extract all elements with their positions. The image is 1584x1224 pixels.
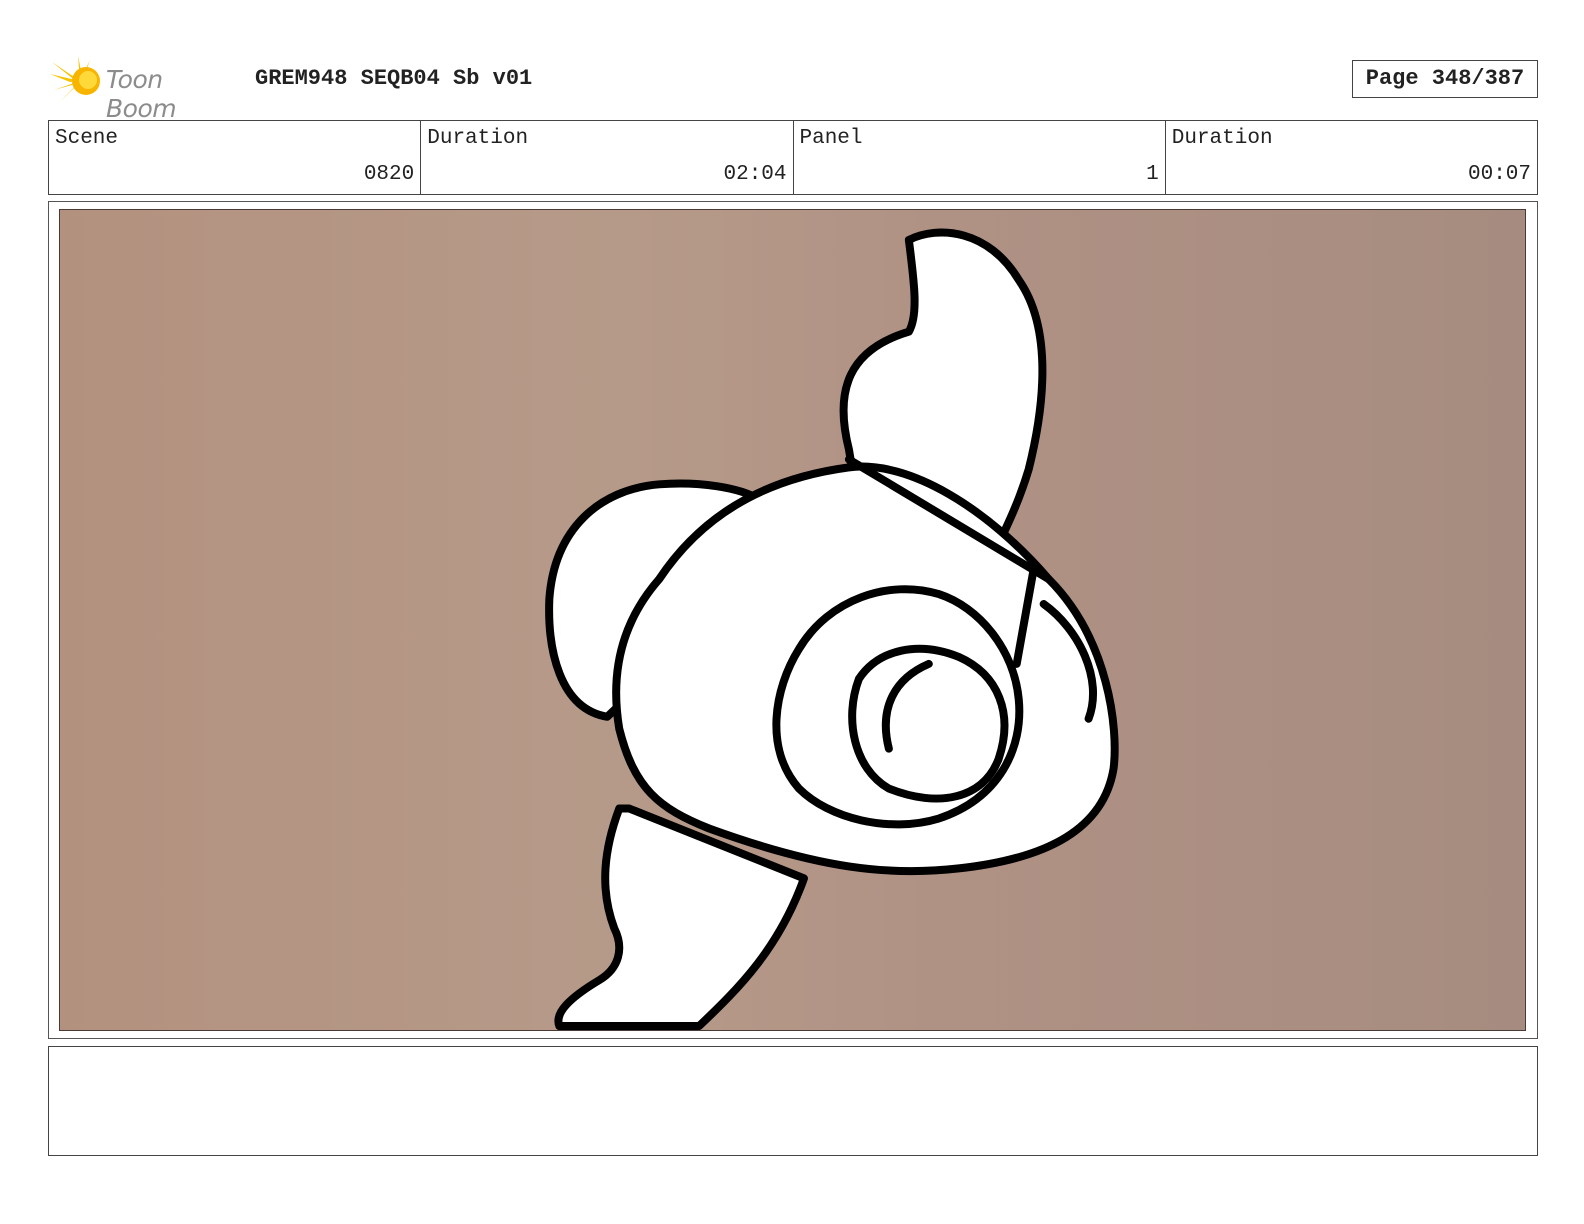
scene-value: 0820: [363, 163, 415, 186]
document-title: GREM948 SEQB04 Sb v01: [255, 66, 533, 91]
page-counter: Page 348/387: [1352, 60, 1538, 98]
panel-cell: Panel 1: [794, 121, 1166, 194]
storyboard-drawing: [59, 209, 1526, 1031]
panel-duration-label: Duration: [1171, 127, 1273, 150]
panel-notes-box: [48, 1046, 1538, 1156]
character-sketch: [545, 228, 1119, 1030]
scene-duration-label: Duration: [427, 127, 529, 150]
panel-duration-cell: Duration 00:07: [1166, 121, 1537, 194]
scene-cell: Scene 0820: [49, 121, 422, 194]
panel-value: 1: [1146, 163, 1159, 186]
scene-duration-value: 02:04: [723, 163, 787, 186]
panel-label: Panel: [799, 127, 863, 150]
scene-label: Scene: [55, 127, 119, 150]
logo-text: Toon Boom: [106, 65, 177, 123]
scene-info-table: Scene 0820 Duration 02:04 Panel 1 Durati…: [48, 120, 1538, 195]
toon-boom-logo: Toon Boom: [50, 56, 240, 123]
page-header: Toon Boom GREM948 SEQB04 Sb v01 Page 348…: [48, 52, 1538, 123]
scene-duration-cell: Duration 02:04: [421, 121, 794, 194]
storyboard-panel-frame: [48, 201, 1538, 1039]
starburst-icon: [50, 56, 100, 102]
panel-duration-value: 00:07: [1467, 163, 1531, 186]
